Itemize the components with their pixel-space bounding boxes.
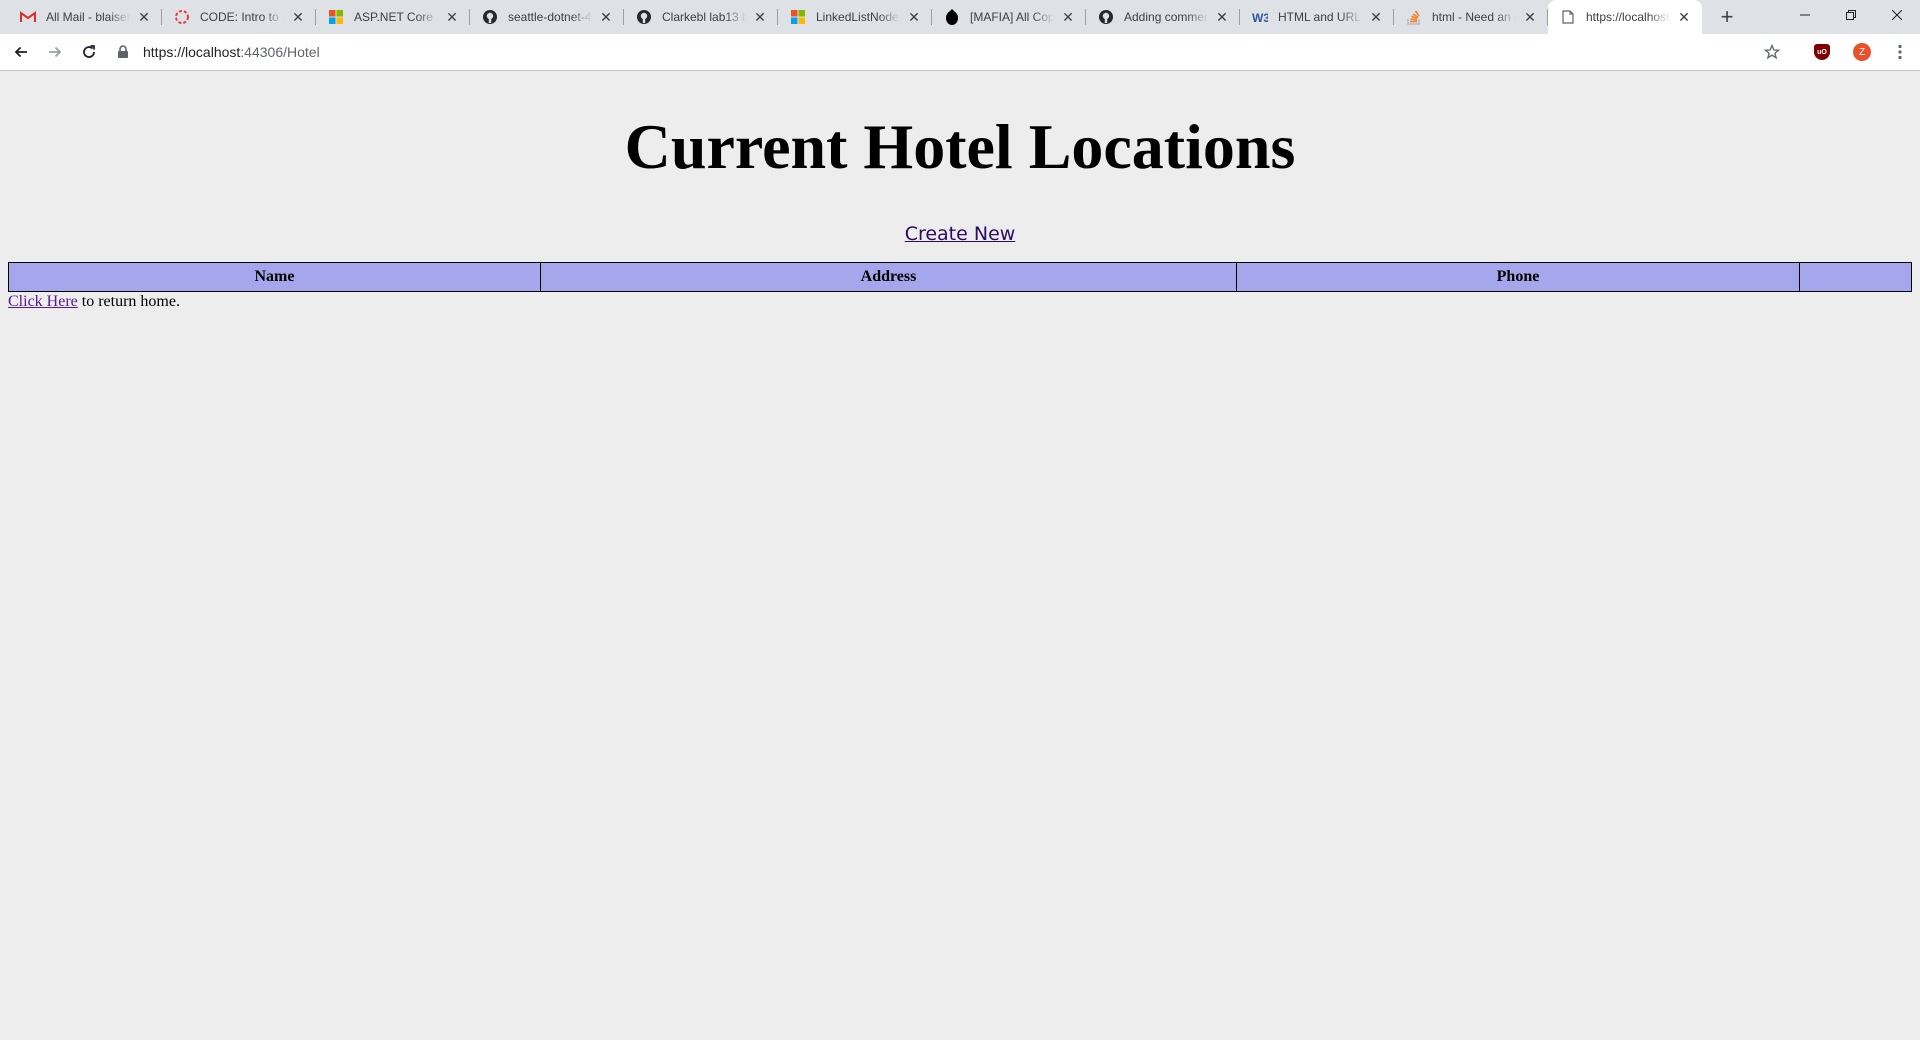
column-header-phone: Phone <box>1236 263 1799 291</box>
stackoverflow-icon <box>1406 9 1422 25</box>
tab-list: All Mail - blaisen✕CODE: Intro to En✕ASP… <box>0 0 1702 34</box>
browser-tab[interactable]: https://localhost ✕ <box>1548 0 1702 34</box>
tab-title: CODE: Intro to En <box>200 10 284 24</box>
browser-tab[interactable]: html - Need an u ✕ <box>1394 0 1548 34</box>
microsoft-icon <box>328 9 344 25</box>
minimize-icon <box>1800 14 1810 16</box>
table-header-row: Name Address Phone <box>9 263 1911 291</box>
restore-icon <box>1846 10 1856 20</box>
page-title: Current Hotel Locations <box>624 111 1296 182</box>
browser-tab[interactable]: W3 HTML and URLs ✕ <box>1240 0 1394 34</box>
browser-tab[interactable]: Adding commen ✕ <box>1086 0 1240 34</box>
lock-icon <box>117 45 133 59</box>
tab-title: All Mail - blaisen <box>46 10 130 24</box>
url-path: :44306/Hotel <box>240 44 320 60</box>
github-icon <box>482 9 498 25</box>
tab-close-icon[interactable]: ✕ <box>752 9 768 25</box>
ublock-icon: uO <box>1814 44 1830 60</box>
window-controls <box>1782 0 1920 30</box>
avatar: Z <box>1853 43 1871 61</box>
browser-tab[interactable]: seattle-dotnet-40 ✕ <box>470 0 624 34</box>
browser-tab[interactable]: [MAFIA] All Copy ✕ <box>932 0 1086 34</box>
tab-strip: All Mail - blaisen✕CODE: Intro to En✕ASP… <box>0 0 1920 34</box>
bookmark-star-icon[interactable] <box>1764 44 1780 60</box>
tab-close-icon[interactable]: ✕ <box>444 9 460 25</box>
create-new-link[interactable]: Create New <box>905 223 1016 245</box>
github-icon <box>636 9 652 25</box>
arrow-right-icon <box>49 46 62 58</box>
tab-close-icon[interactable]: ✕ <box>1676 9 1692 25</box>
tab-close-icon[interactable]: ✕ <box>1368 9 1384 25</box>
more-vert-icon <box>1898 44 1902 60</box>
tab-close-icon[interactable]: ✕ <box>598 9 614 25</box>
return-home-link[interactable]: Click Here <box>8 293 78 310</box>
url-host: https://localhost <box>143 44 241 60</box>
browser-menu-button[interactable] <box>1886 38 1914 66</box>
close-window-button[interactable] <box>1874 0 1920 30</box>
tab-title: html - Need an u <box>1432 10 1516 24</box>
microsoft-icon <box>790 9 806 25</box>
close-icon <box>1892 10 1902 20</box>
return-home-line: Click Here to return home. <box>8 292 1912 312</box>
page-content: Current Hotel Locations Create New Name … <box>0 71 1920 312</box>
tab-title: ASP.NET Core MV <box>354 10 438 24</box>
browser-tab[interactable]: ASP.NET Core MV ✕ <box>316 0 470 34</box>
column-header-actions <box>1799 263 1911 291</box>
tab-close-icon[interactable]: ✕ <box>290 9 306 25</box>
create-link-container: Create New <box>8 223 1912 245</box>
tab-close-icon[interactable]: ✕ <box>1214 9 1230 25</box>
gmail-icon <box>20 9 36 25</box>
svg-text:W3: W3 <box>1252 11 1268 25</box>
tab-close-icon[interactable]: ✕ <box>1522 9 1538 25</box>
tab-title: Adding commen <box>1124 10 1208 24</box>
browser-toolbar: https://localhost:44306/Hotel uO Z <box>0 34 1920 71</box>
tab-close-icon[interactable]: ✕ <box>906 9 922 25</box>
browser-tab[interactable]: CODE: Intro to En ✕ <box>162 0 316 34</box>
browser-tab[interactable]: All Mail - blaisen ✕ <box>8 0 162 34</box>
mafia-icon <box>944 9 960 25</box>
return-home-text: to return home. <box>77 293 180 310</box>
browser-tab[interactable]: Clarkebl lab13 by ✕ <box>624 0 778 34</box>
tab-title: seattle-dotnet-40 <box>508 10 592 24</box>
tab-title: https://localhost <box>1586 10 1670 24</box>
minimize-button[interactable] <box>1782 0 1828 30</box>
column-header-name: Name <box>254 268 295 285</box>
tab-close-icon[interactable]: ✕ <box>136 9 152 25</box>
tab-title: Clarkebl lab13 by <box>662 10 746 24</box>
hotels-table: Name Address Phone <box>8 262 1912 292</box>
code-icon <box>174 9 190 25</box>
profile-button[interactable]: Z <box>1848 38 1876 66</box>
address-bar[interactable]: https://localhost:44306/Hotel <box>117 38 1786 66</box>
arrow-left-icon <box>14 46 27 58</box>
new-tab-button[interactable]: + <box>1710 0 1744 34</box>
ublock-extension-button[interactable]: uO <box>1808 38 1836 66</box>
github-icon <box>1098 9 1114 25</box>
page-icon <box>1560 9 1576 25</box>
tab-title: LinkedListNode< <box>816 10 900 24</box>
forward-button[interactable] <box>41 38 69 66</box>
column-header-address: Address <box>540 263 1236 291</box>
restore-button[interactable] <box>1828 0 1874 30</box>
w3schools-icon: W3 <box>1252 9 1268 25</box>
tab-title: [MAFIA] All Copy <box>970 10 1054 24</box>
tab-title: HTML and URLs <box>1278 10 1362 24</box>
reload-icon <box>83 45 95 58</box>
back-button[interactable] <box>7 38 35 66</box>
browser-tab[interactable]: LinkedListNode< ✕ <box>778 0 932 34</box>
tab-close-icon[interactable]: ✕ <box>1060 9 1076 25</box>
reload-button[interactable] <box>75 38 103 66</box>
